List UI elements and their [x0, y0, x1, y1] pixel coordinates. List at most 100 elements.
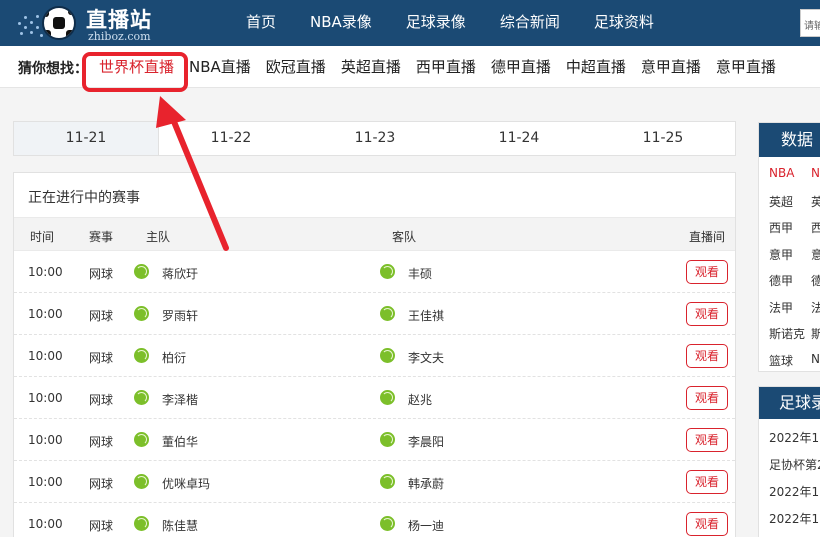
away-team[interactable]: 王佳祺: [408, 307, 444, 324]
date-tab-4[interactable]: 11-24: [447, 122, 591, 155]
tennis-ball-icon: [134, 516, 149, 531]
search-input[interactable]: 请输: [800, 9, 820, 37]
match-time: 10:00: [28, 475, 63, 489]
data-link[interactable]: 英超 英: [769, 193, 820, 210]
table-row: 10:00 网球 陈佳慧 杨一迪 观看: [14, 503, 735, 537]
nav-news[interactable]: 综合新闻: [500, 0, 560, 46]
tennis-ball-icon: [380, 474, 395, 489]
match-event: 网球: [89, 435, 114, 449]
watch-button[interactable]: 观看: [686, 470, 728, 494]
replay-item[interactable]: 2022年11: [769, 429, 820, 446]
logo-domain: zhiboz.com: [88, 30, 151, 43]
away-team[interactable]: 杨一迪: [408, 517, 444, 534]
table-row: 10:00 网球 董伯华 李晨阳 观看: [14, 419, 735, 461]
home-team[interactable]: 董伯华: [162, 433, 198, 450]
panel-title: 正在进行中的赛事: [28, 190, 140, 206]
football-replay-sidebar: 足球录 2022年11 足协杯第2 2022年11 2022年11: [758, 386, 820, 537]
nav-football-replay[interactable]: 足球录像: [406, 0, 466, 46]
data-link-label-2: 意: [811, 247, 820, 262]
main-nav: 首页 NBA录像 足球录像 综合新闻 足球资料: [246, 0, 688, 46]
table-row: 10:00 网球 李泽楷 赵兆 观看: [14, 377, 735, 419]
home-team[interactable]: 陈佳慧: [162, 517, 198, 534]
table-row: 10:00 网球 罗雨轩 王佳祺 观看: [14, 293, 735, 335]
date-tab-2[interactable]: 11-22: [159, 122, 303, 155]
tennis-ball-icon: [134, 348, 149, 363]
away-team[interactable]: 韩承蔚: [408, 475, 444, 492]
guess-link-epl[interactable]: 英超直播: [341, 46, 401, 88]
guess-link-seriea[interactable]: 意甲直播: [641, 46, 701, 88]
tennis-ball-icon: [134, 306, 149, 321]
guess-link-bundesliga[interactable]: 德甲直播: [491, 46, 551, 88]
guess-link-nba[interactable]: NBA直播: [189, 46, 251, 88]
tennis-ball-icon: [380, 516, 395, 531]
data-link[interactable]: 斯诺克斯: [769, 325, 820, 342]
table-header: 时间 赛事 主队 客队 直播间: [14, 217, 735, 251]
table-row: 10:00 网球 柏衍 李文夫 观看: [14, 335, 735, 377]
data-link-label-2: N: [811, 351, 820, 366]
guess-label: 猜你想找：: [18, 61, 88, 77]
nav-football-data[interactable]: 足球资料: [594, 0, 654, 46]
away-team[interactable]: 丰硕: [408, 265, 432, 282]
match-event: 网球: [89, 477, 114, 491]
data-link-label-2: 法: [811, 300, 820, 315]
guess-links: 世界杯直播 NBA直播 欧冠直播 英超直播 西甲直播 德甲直播 中超直播 意甲直…: [99, 46, 791, 88]
data-link-label-2: 英: [811, 194, 820, 209]
away-team[interactable]: 李文夫: [408, 349, 444, 366]
data-link-label: 意甲: [769, 247, 794, 262]
data-link-label: NBA: [769, 166, 795, 180]
watch-button[interactable]: 观看: [686, 428, 728, 452]
away-team[interactable]: 李晨阳: [408, 433, 444, 450]
watch-button[interactable]: 观看: [686, 512, 728, 536]
tennis-ball-icon: [134, 264, 149, 279]
away-team[interactable]: 赵兆: [408, 391, 432, 408]
data-link-label: 西甲: [769, 221, 794, 235]
site-logo[interactable]: 直播站 zhiboz.com: [14, 2, 164, 44]
replay-item[interactable]: 2022年11: [769, 483, 820, 500]
football-replay-title: 足球录: [759, 387, 820, 419]
match-time: 10:00: [28, 349, 63, 363]
watch-button[interactable]: 观看: [686, 386, 728, 410]
tennis-ball-icon: [380, 390, 395, 405]
data-link[interactable]: 西甲 西: [769, 219, 820, 236]
data-link-label: 斯诺克: [769, 327, 806, 341]
guess-link-laliga[interactable]: 西甲直播: [416, 46, 476, 88]
data-link-label-2: N: [811, 166, 820, 180]
data-link-label: 法甲: [769, 300, 794, 315]
home-team[interactable]: 蒋欣玗: [162, 265, 198, 282]
watch-button[interactable]: 观看: [686, 344, 728, 368]
guess-link-seriea-2[interactable]: 意甲直播: [716, 46, 776, 88]
date-tab-5[interactable]: 11-25: [591, 122, 735, 155]
match-event: 网球: [89, 351, 114, 365]
watch-button[interactable]: 观看: [686, 302, 728, 326]
data-link[interactable]: NBA N: [769, 166, 820, 180]
match-time: 10:00: [28, 265, 63, 279]
data-link[interactable]: 篮球 N: [769, 352, 820, 369]
tennis-ball-icon: [134, 432, 149, 447]
guess-link-ucl[interactable]: 欧冠直播: [266, 46, 326, 88]
replay-item[interactable]: 2022年11: [769, 510, 820, 527]
nav-home[interactable]: 首页: [246, 0, 276, 46]
match-event: 网球: [89, 309, 114, 323]
home-team[interactable]: 柏衍: [162, 349, 186, 366]
soccer-ball-icon: [42, 6, 76, 40]
data-link[interactable]: 德甲 德: [769, 272, 820, 289]
live-matches-panel: 正在进行中的赛事 时间 赛事 主队 客队 直播间 10:00 网球 蒋欣玗 丰硕 观看 1…: [13, 172, 736, 537]
logo-dots-decoration: [16, 12, 44, 38]
data-link[interactable]: 意甲 意: [769, 246, 820, 263]
match-time: 10:00: [28, 433, 63, 447]
table-row: 10:00 网球 蒋欣玗 丰硕 观看: [14, 251, 735, 293]
date-tab-3[interactable]: 11-23: [303, 122, 447, 155]
tennis-ball-icon: [380, 306, 395, 321]
home-team[interactable]: 罗雨轩: [162, 307, 198, 324]
guess-link-csl[interactable]: 中超直播: [566, 46, 626, 88]
data-link[interactable]: 法甲 法: [769, 299, 820, 316]
date-tab-1[interactable]: 11-21: [14, 122, 159, 155]
data-sidebar: 数据 NBA N 英超 英西甲 西意甲 意德甲 德法甲 法斯诺克斯篮球 N: [758, 122, 820, 372]
watch-button[interactable]: 观看: [686, 260, 728, 284]
tennis-ball-icon: [380, 264, 395, 279]
home-team[interactable]: 李泽楷: [162, 391, 198, 408]
home-team[interactable]: 优咪卓玛: [162, 475, 210, 492]
match-event: 网球: [89, 519, 114, 533]
replay-item[interactable]: 足协杯第2: [769, 456, 820, 473]
nav-nba-replay[interactable]: NBA录像: [310, 0, 372, 46]
